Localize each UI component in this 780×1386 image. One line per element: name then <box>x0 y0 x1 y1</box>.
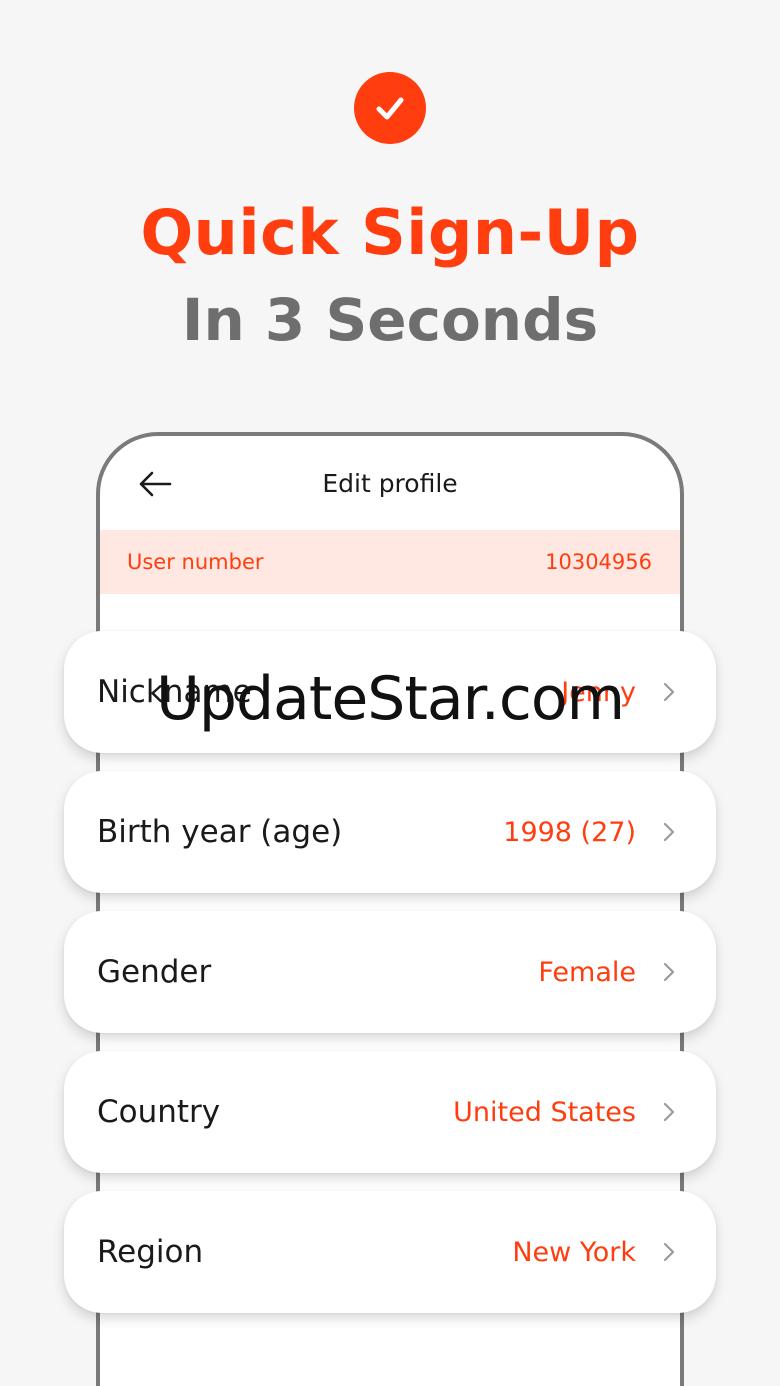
row-value: Jenny <box>561 676 636 708</box>
row-label: Birth year (age) <box>97 814 343 850</box>
chevron-right-icon <box>662 821 676 843</box>
row-value: New York <box>512 1236 636 1268</box>
arrow-left-icon <box>139 471 172 497</box>
chevron-right-icon <box>662 1241 676 1263</box>
hero-subtitle: In 3 Seconds <box>181 286 599 354</box>
hero-title: Quick Sign-Up <box>140 196 640 269</box>
promo-screen: Quick Sign-Up In 3 Seconds Edit profile … <box>0 0 780 1386</box>
chevron-right-icon <box>662 961 676 983</box>
row-country[interactable]: Country United States <box>64 1051 716 1173</box>
user-number-label: User number <box>127 550 264 574</box>
row-label: Region <box>97 1234 204 1270</box>
back-button[interactable] <box>138 470 172 498</box>
user-number-bar: User number 10304956 <box>100 530 680 594</box>
row-gender[interactable]: Gender Female <box>64 911 716 1033</box>
row-label: Nickname <box>97 674 252 710</box>
row-region[interactable]: Region New York <box>64 1191 716 1313</box>
row-value: 1998 (27) <box>503 816 636 848</box>
row-label: Gender <box>97 954 212 990</box>
screen-header: Edit profile <box>100 436 680 530</box>
row-value: United States <box>453 1096 636 1128</box>
page-title: Edit profile <box>322 468 458 498</box>
check-badge <box>354 72 426 144</box>
chevron-right-icon <box>662 1101 676 1123</box>
user-number-value: 10304956 <box>545 550 652 574</box>
row-value: Female <box>538 956 636 988</box>
chevron-right-icon <box>662 681 676 703</box>
row-nickname[interactable]: Nickname Jenny <box>64 631 716 753</box>
check-icon <box>376 97 404 120</box>
row-label: Country <box>97 1094 221 1130</box>
row-birth-year[interactable]: Birth year (age) 1998 (27) <box>64 771 716 893</box>
